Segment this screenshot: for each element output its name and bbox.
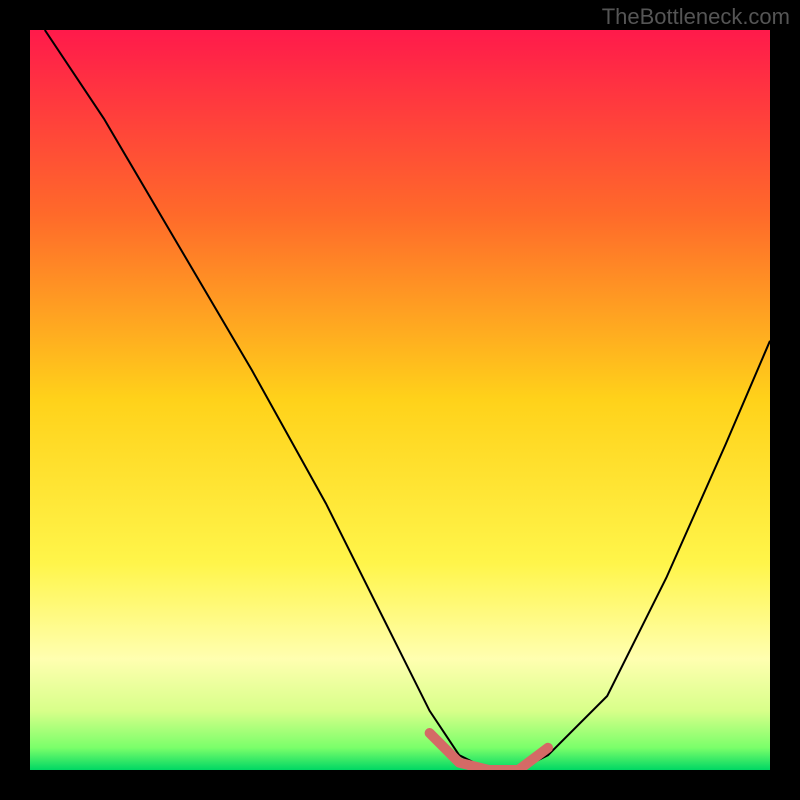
chart-container — [30, 30, 770, 770]
bottleneck-chart — [30, 30, 770, 770]
gradient-background — [30, 30, 770, 770]
watermark-text: TheBottleneck.com — [602, 4, 790, 30]
